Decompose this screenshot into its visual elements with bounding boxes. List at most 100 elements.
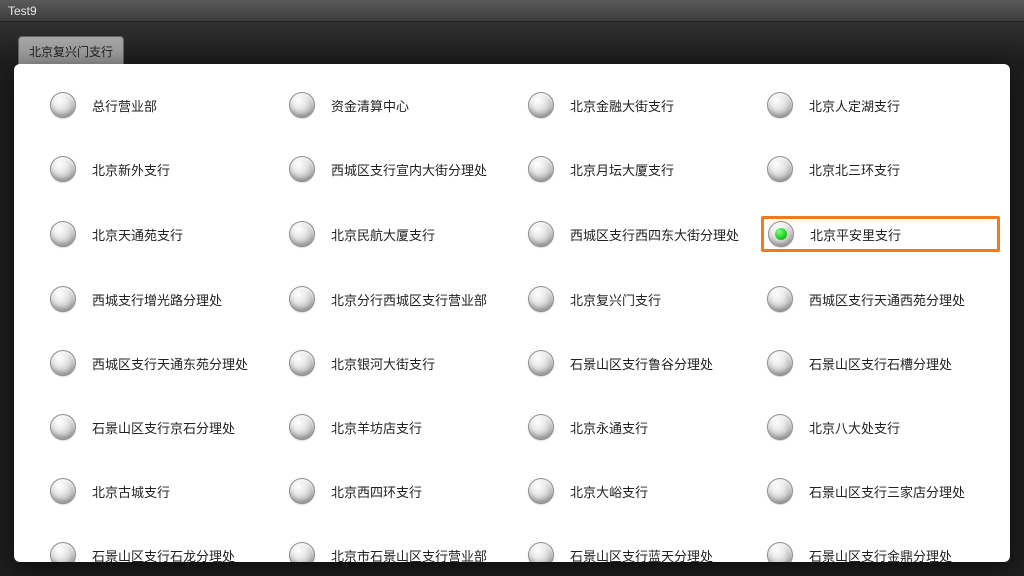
branch-option-label: 北京天通苑支行 [92, 225, 183, 244]
branch-option-label: 西城区支行天通西苑分理处 [809, 290, 965, 309]
branch-option-label: 北京永通支行 [570, 418, 648, 437]
radio-icon [289, 156, 315, 182]
radio-icon [528, 92, 554, 118]
branch-option-label: 石景山区支行蓝天分理处 [570, 546, 713, 563]
radio-icon [768, 221, 794, 247]
branch-option[interactable]: 西城区支行宣内大街分理处 [283, 152, 522, 186]
branch-option-label: 北京八大处支行 [809, 418, 900, 437]
branch-option[interactable]: 北京八大处支行 [761, 410, 1000, 444]
branch-option[interactable]: 北京平安里支行 [761, 216, 1000, 252]
branch-option-label: 西城区支行宣内大街分理处 [331, 160, 487, 179]
branch-option[interactable]: 西城区支行天通东苑分理处 [44, 346, 283, 380]
radio-icon [767, 286, 793, 312]
radio-icon [50, 414, 76, 440]
branch-option[interactable]: 西城区支行西四东大街分理处 [522, 216, 761, 252]
branch-option-label: 北京羊坊店支行 [331, 418, 422, 437]
radio-icon [767, 350, 793, 376]
radio-icon [50, 350, 76, 376]
branch-option[interactable]: 北京银河大街支行 [283, 346, 522, 380]
branch-option-label: 北京分行西城区支行营业部 [331, 290, 487, 309]
branch-option[interactable]: 北京人定湖支行 [761, 88, 1000, 122]
branch-option[interactable]: 北京永通支行 [522, 410, 761, 444]
branch-option[interactable]: 北京古城支行 [44, 474, 283, 508]
branch-option-label: 石景山区支行鲁谷分理处 [570, 354, 713, 373]
branch-option[interactable]: 石景山区支行京石分理处 [44, 410, 283, 444]
branch-option[interactable]: 资金清算中心 [283, 88, 522, 122]
branch-option-label: 北京古城支行 [92, 482, 170, 501]
radio-icon [50, 478, 76, 504]
branch-option[interactable]: 石景山区支行石槽分理处 [761, 346, 1000, 380]
branch-option[interactable]: 北京新外支行 [44, 152, 283, 186]
branch-option-label: 北京大峪支行 [570, 482, 648, 501]
radio-icon [767, 92, 793, 118]
branch-option-label: 北京民航大厦支行 [331, 225, 435, 244]
radio-icon [528, 414, 554, 440]
radio-icon [50, 92, 76, 118]
radio-icon [528, 286, 554, 312]
branch-option[interactable]: 北京市石景山区支行营业部 [283, 538, 522, 562]
branch-option-label: 石景山区支行三家店分理处 [809, 482, 965, 501]
radio-icon [289, 221, 315, 247]
branch-option-label: 西城区支行西四东大街分理处 [570, 225, 739, 244]
branch-option-label: 石景山区支行石龙分理处 [92, 546, 235, 563]
branch-option[interactable]: 北京分行西城区支行营业部 [283, 282, 522, 316]
window-titlebar: Test9 [0, 0, 1024, 22]
branch-option-label: 北京人定湖支行 [809, 96, 900, 115]
branch-option[interactable]: 石景山区支行蓝天分理处 [522, 538, 761, 562]
branch-option-label: 总行营业部 [92, 96, 157, 115]
window-title: Test9 [8, 4, 37, 18]
branch-option[interactable]: 西城区支行天通西苑分理处 [761, 282, 1000, 316]
radio-icon [289, 92, 315, 118]
radio-icon [528, 542, 554, 562]
branch-option-label: 石景山区支行石槽分理处 [809, 354, 952, 373]
radio-icon [289, 478, 315, 504]
radio-icon [767, 542, 793, 562]
branch-option[interactable]: 北京大峪支行 [522, 474, 761, 508]
radio-icon [289, 414, 315, 440]
branch-option[interactable]: 北京民航大厦支行 [283, 216, 522, 252]
radio-icon [50, 542, 76, 562]
branch-option[interactable]: 北京复兴门支行 [522, 282, 761, 316]
radio-icon [767, 478, 793, 504]
branch-option-label: 北京西四环支行 [331, 482, 422, 501]
radio-icon [528, 478, 554, 504]
radio-icon [289, 286, 315, 312]
branch-option[interactable]: 石景山区支行金鼎分理处 [761, 538, 1000, 562]
branch-option-label: 西城区支行天通东苑分理处 [92, 354, 248, 373]
branch-option-label: 北京平安里支行 [810, 225, 901, 244]
branch-option-label: 北京月坛大厦支行 [570, 160, 674, 179]
branch-option[interactable]: 石景山区支行石龙分理处 [44, 538, 283, 562]
branch-option[interactable]: 北京羊坊店支行 [283, 410, 522, 444]
branch-option-label: 北京北三环支行 [809, 160, 900, 179]
branch-option-label: 北京市石景山区支行营业部 [331, 546, 487, 563]
branch-option-label: 西城支行增光路分理处 [92, 290, 222, 309]
branch-option-label: 石景山区支行京石分理处 [92, 418, 235, 437]
radio-icon [50, 156, 76, 182]
radio-icon [289, 350, 315, 376]
branch-option[interactable]: 石景山区支行三家店分理处 [761, 474, 1000, 508]
branch-option-label: 石景山区支行金鼎分理处 [809, 546, 952, 563]
branch-options-grid: 总行营业部 资金清算中心 北京金融大街支行 北京人定湖支行北京新外支行 西城区支行宣内大… [44, 88, 1000, 562]
radio-icon [289, 542, 315, 562]
branch-option-label: 北京银河大街支行 [331, 354, 435, 373]
branch-option-label: 北京新外支行 [92, 160, 170, 179]
radio-icon [528, 221, 554, 247]
branch-option[interactable]: 石景山区支行鲁谷分理处 [522, 346, 761, 380]
radio-icon [528, 350, 554, 376]
branch-option[interactable]: 北京天通苑支行 [44, 216, 283, 252]
radio-icon [50, 286, 76, 312]
branch-option[interactable]: 北京北三环支行 [761, 152, 1000, 186]
radio-icon [528, 156, 554, 182]
branch-option-label: 资金清算中心 [331, 96, 409, 115]
branch-option[interactable]: 北京西四环支行 [283, 474, 522, 508]
branch-option[interactable]: 北京月坛大厦支行 [522, 152, 761, 186]
branch-option[interactable]: 西城支行增光路分理处 [44, 282, 283, 316]
branch-option-label: 北京复兴门支行 [570, 290, 661, 309]
radio-icon [50, 221, 76, 247]
branch-selection-dialog: 总行营业部 资金清算中心 北京金融大街支行 北京人定湖支行北京新外支行 西城区支行宣内大… [14, 64, 1010, 562]
radio-dot-icon [775, 228, 787, 240]
branch-option[interactable]: 北京金融大街支行 [522, 88, 761, 122]
radio-icon [767, 156, 793, 182]
branch-option[interactable]: 总行营业部 [44, 88, 283, 122]
radio-icon [767, 414, 793, 440]
